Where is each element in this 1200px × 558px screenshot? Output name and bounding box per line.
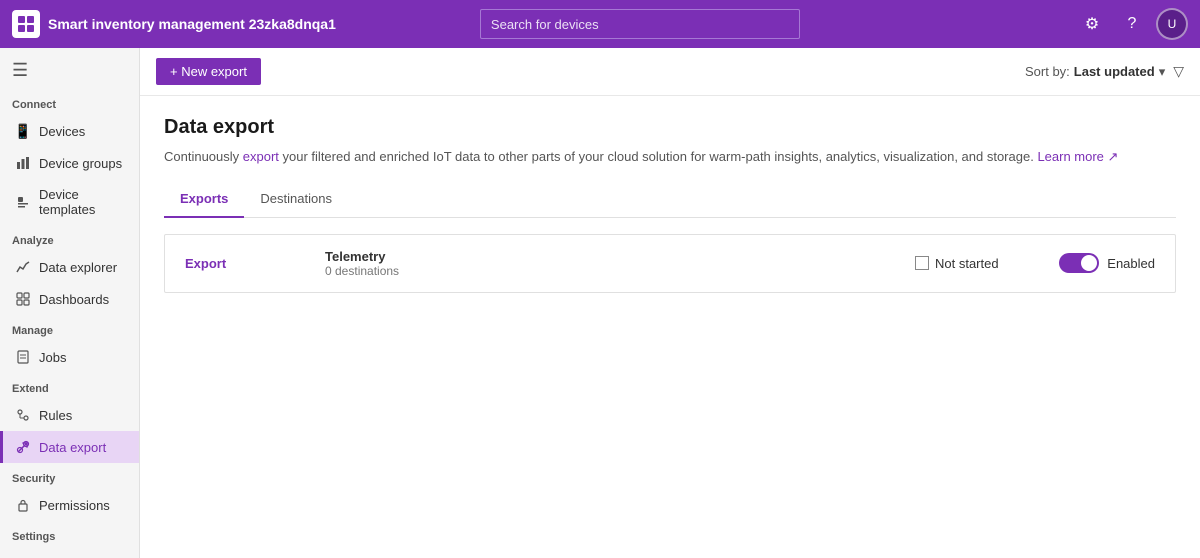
sidebar-item-jobs[interactable]: Jobs — [0, 341, 139, 373]
sidebar-item-device-groups[interactable]: Device groups — [0, 147, 139, 179]
sidebar: ☰ Connect 📱 Devices Device groups — [0, 48, 140, 558]
destinations-count: 0 destinations — [325, 264, 895, 278]
sidebar-section-settings: Settings — [0, 521, 139, 547]
sidebar-section-manage: Manage — [0, 315, 139, 341]
export-card: Export Telemetry 0 destinations Not star… — [164, 234, 1176, 293]
sidebar-section-extend: Extend — [0, 373, 139, 399]
page-title: Data export — [164, 116, 1176, 139]
rules-icon — [15, 407, 31, 423]
new-export-button[interactable]: + New export — [156, 58, 261, 85]
filter-button[interactable]: ▽ — [1173, 63, 1184, 80]
app-title: Smart inventory management 23zka8dnqa1 — [48, 16, 336, 32]
device-templates-icon — [15, 194, 31, 210]
topnav-right-area: ⚙ ? U — [1076, 8, 1188, 40]
sidebar-item-label-jobs: Jobs — [39, 350, 66, 365]
export-status: Not started — [915, 256, 1035, 271]
sort-value-label[interactable]: Last updated — [1074, 64, 1155, 79]
toggle-area: Enabled — [1055, 253, 1155, 273]
export-card-link[interactable]: Export — [185, 256, 305, 271]
top-navigation: Smart inventory management 23zka8dnqa1 ⚙… — [0, 0, 1200, 48]
sidebar-section-security: Security — [0, 463, 139, 489]
main-layout: ☰ Connect 📱 Devices Device groups — [0, 48, 1200, 558]
sort-by-control: Sort by: Last updated ▾ ▽ — [1025, 63, 1184, 80]
search-bar[interactable] — [480, 9, 800, 39]
sidebar-item-label-device-templates: Device templates — [39, 187, 127, 217]
avatar[interactable]: U — [1156, 8, 1188, 40]
export-link-description[interactable]: export — [243, 149, 279, 164]
sort-chevron-icon[interactable]: ▾ — [1159, 64, 1166, 80]
toggle-knob — [1081, 255, 1097, 271]
settings-icon: ⚙ — [1085, 14, 1099, 34]
sidebar-section-connect: Connect — [0, 89, 139, 115]
main-content: + New export Sort by: Last updated ▾ ▽ D… — [140, 48, 1200, 558]
hamburger-menu[interactable]: ☰ — [0, 48, 139, 89]
data-export-icon — [15, 439, 31, 455]
sidebar-item-permissions[interactable]: Permissions — [0, 489, 139, 521]
help-button[interactable]: ? — [1116, 8, 1148, 40]
sidebar-section-analyze: Analyze — [0, 225, 139, 251]
content-toolbar: + New export Sort by: Last updated ▾ ▽ — [140, 48, 1200, 96]
telemetry-label: Telemetry — [325, 249, 895, 264]
page-description: Continuously export your filtered and en… — [164, 147, 1176, 167]
export-telemetry-info: Telemetry 0 destinations — [325, 249, 895, 278]
learn-more-link[interactable]: Learn more ↗ — [1037, 149, 1118, 164]
tab-destinations[interactable]: Destinations — [244, 183, 348, 218]
search-input[interactable] — [480, 9, 800, 39]
tab-exports[interactable]: Exports — [164, 183, 244, 218]
sidebar-item-label-dashboards: Dashboards — [39, 292, 109, 307]
sidebar-item-label-device-groups: Device groups — [39, 156, 122, 171]
toggle-label: Enabled — [1107, 256, 1155, 271]
filter-icon: ▽ — [1173, 63, 1184, 79]
tab-destinations-label: Destinations — [260, 191, 332, 206]
enabled-toggle[interactable] — [1059, 253, 1099, 273]
sort-prefix-label: Sort by: — [1025, 64, 1070, 79]
app-logo-icon — [12, 10, 40, 38]
content-body: Data export Continuously export your fil… — [140, 96, 1200, 558]
settings-button[interactable]: ⚙ — [1076, 8, 1108, 40]
app-logo-area: Smart inventory management 23zka8dnqa1 — [12, 10, 336, 38]
help-icon: ? — [1128, 15, 1137, 33]
tabs-container: Exports Destinations — [164, 183, 1176, 218]
sidebar-item-label-data-export: Data export — [39, 440, 106, 455]
sidebar-item-label-data-explorer: Data explorer — [39, 260, 117, 275]
new-export-label: + New export — [170, 64, 247, 79]
tab-exports-label: Exports — [180, 191, 228, 206]
status-label: Not started — [935, 256, 999, 271]
sidebar-item-devices[interactable]: 📱 Devices — [0, 115, 139, 147]
jobs-icon — [15, 349, 31, 365]
sidebar-item-rules[interactable]: Rules — [0, 399, 139, 431]
dashboards-icon — [15, 291, 31, 307]
sidebar-item-data-explorer[interactable]: Data explorer — [0, 251, 139, 283]
sidebar-item-label-devices: Devices — [39, 124, 85, 139]
sidebar-item-label-rules: Rules — [39, 408, 72, 423]
sidebar-item-label-permissions: Permissions — [39, 498, 110, 513]
data-explorer-icon — [15, 259, 31, 275]
sidebar-item-dashboards[interactable]: Dashboards — [0, 283, 139, 315]
devices-icon: 📱 — [15, 123, 31, 139]
sidebar-item-device-templates[interactable]: Device templates — [0, 179, 139, 225]
permissions-icon — [15, 497, 31, 513]
status-checkbox[interactable] — [915, 256, 929, 270]
avatar-initials: U — [1168, 17, 1177, 31]
sidebar-item-data-export[interactable]: Data export — [0, 431, 139, 463]
device-groups-icon — [15, 155, 31, 171]
